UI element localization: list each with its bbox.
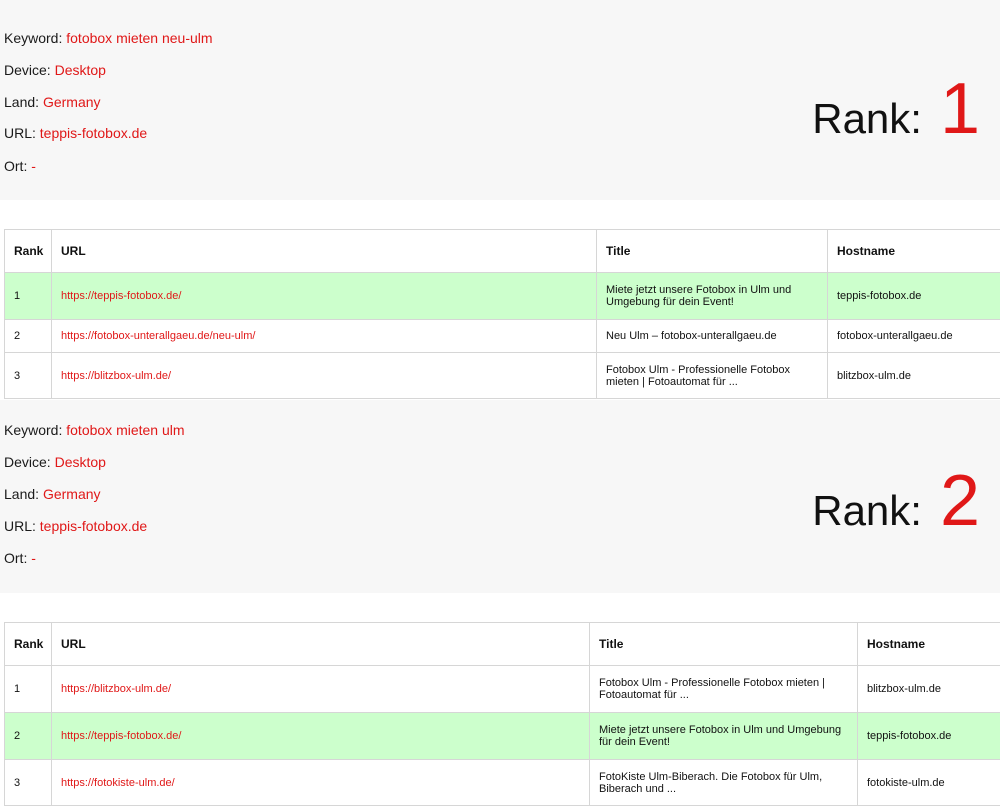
url-line: URL: teppis-fotobox.de <box>4 517 147 535</box>
header-url: URL <box>52 230 597 273</box>
keyword-value: fotobox mieten neu-ulm <box>66 30 212 46</box>
cell-title: FotoKiste Ulm-Biberach. Die Fotobox für … <box>590 760 858 806</box>
cell-rank: 3 <box>5 760 52 806</box>
land-value: Germany <box>43 94 101 110</box>
land-line: Land: Germany <box>4 485 101 503</box>
rank-display: Rank: 2 <box>812 460 980 542</box>
url-value: teppis-fotobox.de <box>40 518 147 534</box>
cell-url-link[interactable]: https://teppis-fotobox.de/ <box>52 713 590 760</box>
cell-title: Miete jetzt unsere Fotobox in Ulm und Um… <box>590 713 858 760</box>
device-line: Device: Desktop <box>4 453 106 471</box>
url-line: URL: teppis-fotobox.de <box>4 124 147 142</box>
ort-label: Ort: <box>4 550 27 566</box>
cell-url-link[interactable]: https://teppis-fotobox.de/ <box>52 273 597 320</box>
land-value: Germany <box>43 486 101 502</box>
table-header-row: Rank URL Title Hostname <box>5 230 1000 273</box>
device-label: Device: <box>4 454 51 470</box>
table-row: 2 https://fotobox-unterallgaeu.de/neu-ul… <box>5 320 1000 353</box>
ranking-panel-1: Keyword: fotobox mieten neu-ulm Device: … <box>0 0 1000 200</box>
table-row: 1 https://teppis-fotobox.de/ Miete jetzt… <box>5 273 1000 320</box>
header-hostname: Hostname <box>828 230 1000 273</box>
header-rank: Rank <box>5 230 52 273</box>
keyword-label: Keyword: <box>4 422 62 438</box>
ort-value: - <box>31 158 36 174</box>
cell-rank: 3 <box>5 353 52 399</box>
ort-line: Ort: - <box>4 549 36 567</box>
cell-title: Fotobox Ulm - Professionelle Fotobox mie… <box>597 353 828 399</box>
land-label: Land: <box>4 94 39 110</box>
header-rank: Rank <box>5 623 52 666</box>
cell-rank: 2 <box>5 320 52 353</box>
serp-table-1: Rank URL Title Hostname 1 https://teppis… <box>4 229 1000 399</box>
serp-table-2: Rank URL Title Hostname 1 https://blitzb… <box>4 622 1000 806</box>
cell-url-link[interactable]: https://fotobox-unterallgaeu.de/neu-ulm/ <box>52 320 597 353</box>
cell-url-link[interactable]: https://blitzbox-ulm.de/ <box>52 666 590 713</box>
rank-display: Rank: 1 <box>812 68 980 150</box>
rank-label: Rank: <box>812 95 922 142</box>
cell-rank: 1 <box>5 666 52 713</box>
device-value: Desktop <box>55 62 106 78</box>
cell-hostname: blitzbox-ulm.de <box>828 353 1000 399</box>
device-value: Desktop <box>55 454 106 470</box>
rank-value: 1 <box>940 69 980 149</box>
keyword-value: fotobox mieten ulm <box>66 422 184 438</box>
table-row: 3 https://blitzbox-ulm.de/ Fotobox Ulm -… <box>5 353 1000 399</box>
cell-rank: 1 <box>5 273 52 320</box>
table-row: 1 https://blitzbox-ulm.de/ Fotobox Ulm -… <box>5 666 1000 713</box>
land-line: Land: Germany <box>4 93 101 111</box>
header-title: Title <box>590 623 858 666</box>
rank-value: 2 <box>940 461 980 541</box>
cell-title: Fotobox Ulm - Professionelle Fotobox mie… <box>590 666 858 713</box>
device-line: Device: Desktop <box>4 61 106 79</box>
table-row: 2 https://teppis-fotobox.de/ Miete jetzt… <box>5 713 1000 760</box>
ort-line: Ort: - <box>4 157 36 175</box>
url-label: URL: <box>4 518 36 534</box>
cell-rank: 2 <box>5 713 52 760</box>
table-row: 3 https://fotokiste-ulm.de/ FotoKiste Ul… <box>5 760 1000 806</box>
cell-url-link[interactable]: https://fotokiste-ulm.de/ <box>52 760 590 806</box>
cell-hostname: fotokiste-ulm.de <box>858 760 1000 806</box>
cell-hostname: teppis-fotobox.de <box>858 713 1000 760</box>
land-label: Land: <box>4 486 39 502</box>
ort-value: - <box>31 550 36 566</box>
url-value: teppis-fotobox.de <box>40 125 147 141</box>
cell-hostname: teppis-fotobox.de <box>828 273 1000 320</box>
header-title: Title <box>597 230 828 273</box>
keyword-line: Keyword: fotobox mieten neu-ulm <box>4 29 213 47</box>
rank-label: Rank: <box>812 487 922 534</box>
cell-title: Miete jetzt unsere Fotobox in Ulm und Um… <box>597 273 828 320</box>
header-hostname: Hostname <box>858 623 1000 666</box>
cell-hostname: fotobox-unterallgaeu.de <box>828 320 1000 353</box>
cell-url-link[interactable]: https://blitzbox-ulm.de/ <box>52 353 597 399</box>
cell-title: Neu Ulm – fotobox-unterallgaeu.de <box>597 320 828 353</box>
table-header-row: Rank URL Title Hostname <box>5 623 1000 666</box>
ranking-panel-2: Keyword: fotobox mieten ulm Device: Desk… <box>0 400 1000 593</box>
header-url: URL <box>52 623 590 666</box>
device-label: Device: <box>4 62 51 78</box>
keyword-label: Keyword: <box>4 30 62 46</box>
cell-hostname: blitzbox-ulm.de <box>858 666 1000 713</box>
ort-label: Ort: <box>4 158 27 174</box>
keyword-line: Keyword: fotobox mieten ulm <box>4 421 185 439</box>
url-label: URL: <box>4 125 36 141</box>
